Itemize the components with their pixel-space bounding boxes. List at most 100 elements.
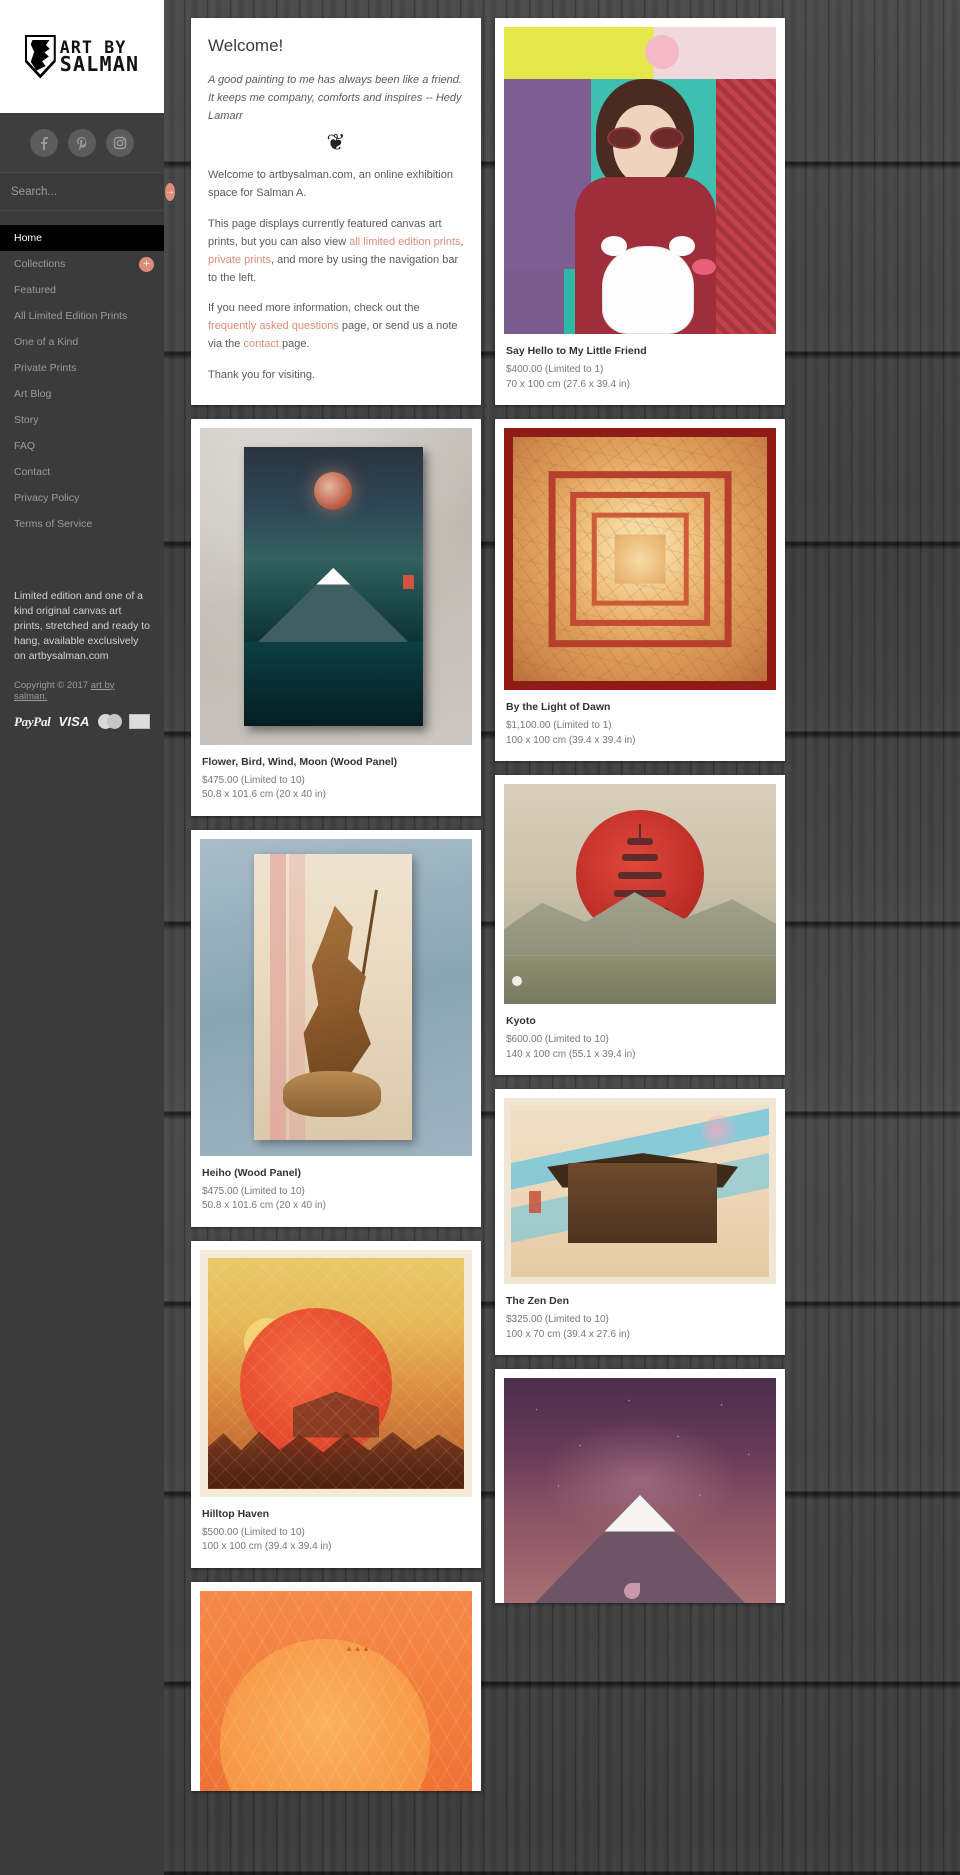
sidebar-item-label: Home: [14, 232, 43, 244]
expand-collections-button[interactable]: +: [139, 256, 154, 272]
shield-icon: [24, 34, 56, 79]
face-silhouette-icon: [30, 39, 50, 71]
gallery-column-right: Say Hello to My Little Friend $400.00 (L…: [495, 18, 785, 1791]
sidebar-item-label: One of a Kind: [14, 336, 79, 348]
gallery-column-left: Welcome! A good painting to me has alway…: [191, 18, 481, 1791]
artwork-price: $500.00 (Limited to 10): [202, 1526, 305, 1538]
birds-icon: ▴▴▴: [346, 1642, 373, 1653]
logo-line-2: SALMAN: [59, 51, 140, 76]
sidebar-item-label: FAQ: [14, 440, 36, 452]
artwork-image-flower-bird-wind-moon[interactable]: [200, 427, 472, 745]
paypal-logo: PayPal: [14, 713, 51, 729]
mastercard-logo: [97, 714, 122, 730]
flourish-divider-icon: ❦: [326, 130, 346, 157]
artwork-image-the-zen-den[interactable]: [504, 1098, 776, 1284]
sidebar-item-label: Featured: [14, 284, 57, 296]
copyright-text: Copyright © 2017: [14, 679, 91, 691]
sidebar-item-collections[interactable]: Collections +: [0, 251, 164, 277]
artwork-caption: Flower, Bird, Wind, Moon (Wood Panel) $4…: [191, 745, 481, 816]
sidebar-item-label: Art Blog: [14, 388, 52, 400]
facebook-icon[interactable]: [30, 128, 58, 157]
sidebar-nav: Home Collections + Featured All Limited E…: [0, 225, 164, 537]
welcome-panel: Welcome! A good painting to me has alway…: [191, 18, 481, 405]
sidebar-item-privacy-policy[interactable]: Privacy Policy: [0, 485, 164, 511]
artwork-card[interactable]: Kyoto $600.00 (Limited to 10) 140 x 100 …: [495, 775, 785, 1075]
artwork-image-by-the-light-of-dawn[interactable]: [504, 428, 776, 690]
artwork-caption: Kyoto $600.00 (Limited to 10) 140 x 100 …: [495, 1004, 785, 1075]
sidebar-item-terms-of-service[interactable]: Terms of Service: [0, 511, 164, 537]
search-input[interactable]: [11, 185, 165, 198]
sidebar-item-private-prints[interactable]: Private Prints: [0, 355, 164, 381]
artwork-size: 100 x 70 cm (39.4 x 27.6 in): [506, 1328, 630, 1340]
artwork-size: 140 x 100 cm (55.1 x 39.4 in): [506, 1048, 636, 1060]
link-contact[interactable]: contact: [243, 338, 278, 350]
artwork-price: $475.00 (Limited to 10): [202, 774, 305, 786]
welcome-paragraph-1: Welcome to artbysalman.com, an online ex…: [208, 169, 453, 200]
sidebar-item-featured[interactable]: Featured: [0, 277, 164, 303]
sidebar-item-story[interactable]: Story: [0, 407, 164, 433]
artwork-frame: [191, 830, 481, 1156]
artwork-card[interactable]: Say Hello to My Little Friend $400.00 (L…: [495, 18, 785, 405]
pinterest-icon[interactable]: [68, 128, 96, 157]
artwork-image-hilltop-haven[interactable]: [200, 1249, 472, 1497]
artwork-card[interactable]: The Zen Den $325.00 (Limited to 10) 100 …: [495, 1089, 785, 1355]
artwork-card[interactable]: [495, 1369, 785, 1603]
link-all-limited-edition-prints[interactable]: all limited edition prints: [349, 236, 460, 248]
artwork-frame: [495, 18, 785, 334]
welcome-p2-b: ,: [460, 235, 464, 248]
sidebar-item-faq[interactable]: FAQ: [0, 433, 164, 459]
nav-spacer: [0, 211, 164, 225]
search-submit-button[interactable]: →: [165, 182, 175, 201]
artwork-card[interactable]: Flower, Bird, Wind, Moon (Wood Panel) $4…: [191, 418, 481, 816]
sidebar-item-label: Terms of Service: [14, 518, 93, 530]
artwork-title: Hilltop Haven: [202, 1507, 270, 1520]
welcome-paragraph-4: Thank you for visiting.: [208, 368, 315, 381]
artwork-card[interactable]: Hilltop Haven $500.00 (Limited to 10) 10…: [191, 1240, 481, 1568]
artwork-price: $325.00 (Limited to 10): [506, 1314, 609, 1325]
artwork-caption: By the Light of Dawn $1,100.00 (Limited …: [495, 690, 785, 761]
welcome-quote: A good painting to me has always been li…: [208, 74, 462, 122]
artwork-image-kyoto[interactable]: [504, 784, 776, 1004]
artwork-price: $600.00 (Limited to 10): [506, 1034, 609, 1045]
site-logo[interactable]: ART BY SALMAN: [0, 0, 164, 113]
artwork-size: 50.8 x 101.6 cm (20 x 40 in): [202, 1200, 326, 1212]
sidebar-item-label: Contact: [14, 466, 51, 478]
artwork-title: Heiho (Wood Panel): [202, 1166, 301, 1179]
artwork-caption: Heiho (Wood Panel) $475.00 (Limited to 1…: [191, 1156, 481, 1227]
artwork-card[interactable]: ▴▴▴: [191, 1581, 481, 1791]
sidebar-item-home[interactable]: Home: [0, 225, 164, 251]
artwork-frame: ▴▴▴: [191, 1582, 481, 1791]
artwork-card[interactable]: Heiho (Wood Panel) $475.00 (Limited to 1…: [191, 829, 481, 1227]
artwork-title: Say Hello to My Little Friend: [506, 345, 647, 357]
artwork-image-say-hello-to-my-little-friend[interactable]: [504, 27, 776, 334]
sidebar-item-one-of-a-kind[interactable]: One of a Kind: [0, 329, 164, 355]
instagram-icon[interactable]: [106, 128, 134, 157]
main-content: Welcome! A good painting to me has alway…: [164, 0, 960, 1791]
artwork-image-heiho[interactable]: [200, 838, 472, 1156]
artwork-price: $1,100.00 (Limited to 1): [506, 720, 612, 731]
amex-logo: [128, 714, 150, 730]
artwork-size: 50.8 x 101.6 cm (20 x 40 in): [202, 789, 326, 801]
artwork-image-orange-sunset[interactable]: ▴▴▴: [200, 1590, 472, 1791]
artwork-card[interactable]: By the Light of Dawn $1,100.00 (Limited …: [495, 419, 785, 761]
artwork-caption: The Zen Den $325.00 (Limited to 10) 100 …: [495, 1284, 785, 1355]
search-bar[interactable]: →: [0, 172, 175, 211]
artwork-title: By the Light of Dawn: [506, 701, 611, 713]
link-private-prints[interactable]: private prints: [208, 254, 271, 266]
visa-logo: VISA: [58, 714, 90, 730]
sidebar-item-art-blog[interactable]: Art Blog: [0, 381, 164, 407]
artwork-price: $475.00 (Limited to 10): [202, 1185, 305, 1197]
sidebar-item-all-limited-edition-prints[interactable]: All Limited Edition Prints: [0, 303, 164, 329]
sidebar-item-label: Privacy Policy: [14, 492, 80, 504]
sidebar: ART BY SALMAN → Home Collections + Featur…: [0, 0, 175, 1875]
link-faq[interactable]: frequently asked questions: [208, 320, 339, 332]
artwork-size: 70 x 100 cm (27.6 x 39.4 in): [506, 378, 630, 390]
welcome-p3-c: page.: [278, 337, 310, 350]
artwork-frame: [191, 1241, 481, 1497]
payment-methods: PayPal VISA: [0, 702, 164, 730]
page-title: Welcome!: [208, 36, 284, 55]
sidebar-item-contact[interactable]: Contact: [0, 459, 164, 485]
artwork-image-aurora-mountain[interactable]: [504, 1378, 776, 1603]
welcome-p3-a: If you need more information, check out …: [208, 302, 420, 315]
sidebar-item-label: Story: [14, 414, 39, 426]
